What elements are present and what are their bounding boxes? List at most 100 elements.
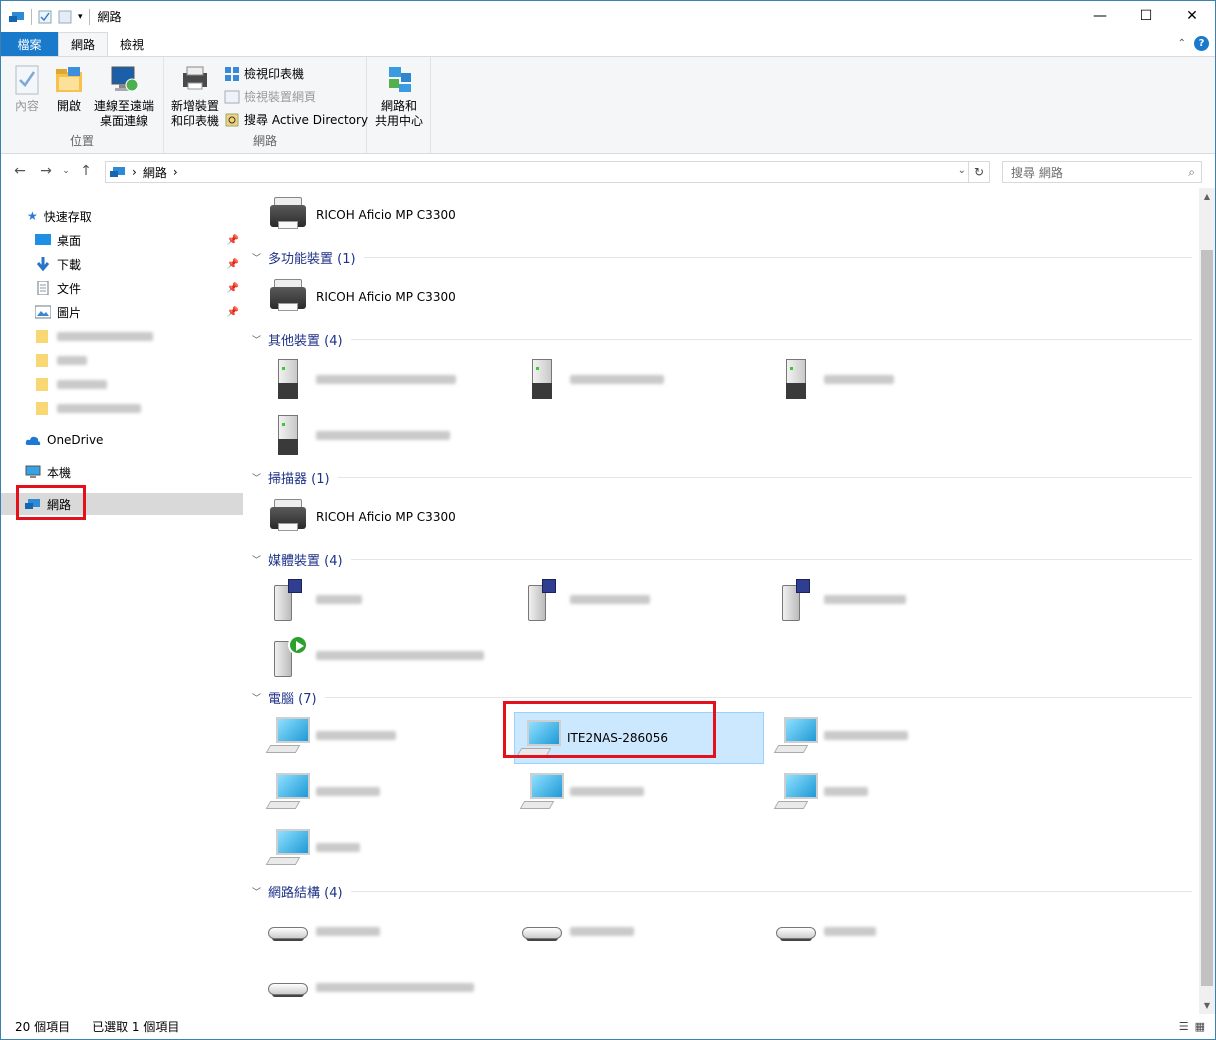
scroll-down-icon[interactable]: ▼ [1199, 1001, 1215, 1010]
properties-check-icon[interactable] [38, 10, 52, 24]
sidebar-item-folder[interactable] [35, 325, 277, 347]
group-header-media-devices[interactable]: ﹀ 媒體裝置 (4) [252, 549, 1192, 569]
list-item[interactable] [772, 906, 1022, 956]
chevron-down-icon: ﹀ [252, 335, 262, 346]
pin-icon[interactable]: 📌 [227, 283, 239, 294]
list-item[interactable] [264, 354, 514, 404]
divider [350, 558, 1192, 560]
chevron-down-icon: ﹀ [252, 253, 262, 264]
scroll-thumb[interactable] [1201, 250, 1213, 986]
list-item[interactable] [264, 962, 514, 1012]
breadcrumb-sep[interactable]: › [132, 165, 137, 179]
star-icon: ★ [27, 209, 38, 223]
group-header-computers[interactable]: ﹀ 電腦 (7) [252, 687, 1192, 707]
computer-icon [264, 767, 312, 815]
new-folder-icon[interactable] [58, 10, 72, 24]
address-dropdown-icon[interactable]: ⌄ [958, 165, 966, 176]
list-item[interactable] [264, 410, 514, 460]
sidebar-item-documents[interactable]: 文件 📌 [35, 277, 243, 299]
title-bar: ▾ 網路 — ☐ ✕ [1, 1, 1215, 32]
list-item[interactable] [264, 710, 514, 760]
add-device-button[interactable]: 新增裝置 和印表機 [168, 63, 222, 129]
up-button[interactable]: ↑ [73, 163, 99, 179]
pin-icon[interactable]: 📌 [227, 307, 239, 318]
computer-icon [772, 767, 820, 815]
list-item[interactable] [772, 574, 1022, 624]
sidebar-item-downloads[interactable]: 下載 📌 [35, 253, 243, 275]
item-label: RICOH Aficio MP C3300 [316, 208, 456, 222]
customize-dropdown-icon[interactable]: ▾ [78, 12, 83, 22]
sidebar-item-quick-access[interactable]: ★ 快速存取 [27, 205, 269, 227]
maximize-button[interactable]: ☐ [1123, 1, 1169, 31]
collapse-ribbon-icon[interactable]: ⌃ [1178, 38, 1186, 49]
status-bar: 20 個項目 已選取 1 個項目 ☰ ▦ [1, 1014, 1215, 1039]
open-button[interactable]: 開啟 [51, 63, 87, 114]
view-device-page-button[interactable]: 檢視裝置網頁 [224, 88, 316, 105]
tab-view[interactable]: 檢視 [108, 32, 156, 56]
list-item[interactable] [518, 766, 768, 816]
close-button[interactable]: ✕ [1169, 1, 1215, 31]
breadcrumb-sep[interactable]: › [173, 165, 178, 179]
sidebar-item-pictures[interactable]: 圖片 📌 [35, 301, 243, 323]
tab-network[interactable]: 網路 [58, 32, 109, 56]
vertical-scrollbar[interactable]: ▲ ▼ [1199, 188, 1215, 1014]
sidebar-item-folder[interactable] [35, 349, 277, 371]
pin-icon[interactable]: 📌 [227, 259, 239, 270]
details-view-icon[interactable]: ☰ [1179, 1020, 1189, 1033]
view-printers-button[interactable]: 檢視印表機 [224, 65, 304, 82]
list-item[interactable] [518, 906, 768, 956]
center-label-1: 網路和 [380, 99, 417, 113]
printer-icon [264, 493, 312, 541]
add-device-label-1: 新增裝置 [170, 99, 219, 113]
list-item[interactable]: RICOH Aficio MP C3300 [264, 190, 514, 240]
list-item[interactable] [264, 574, 514, 624]
list-item[interactable] [264, 906, 514, 956]
network-icon[interactable] [9, 10, 25, 24]
large-icons-view-icon[interactable]: ▦ [1195, 1020, 1205, 1033]
tab-file[interactable]: 檔案 [1, 32, 58, 56]
folder-icon [36, 354, 48, 367]
group-header-network-infrastructure[interactable]: ﹀ 網路結構 (4) [252, 881, 1192, 901]
sidebar-item-onedrive[interactable]: OneDrive [25, 429, 267, 451]
properties-button[interactable]: 內容 [9, 63, 45, 114]
breadcrumb-network[interactable]: 網路 [143, 164, 167, 181]
blurred-label [570, 374, 664, 384]
pin-icon[interactable]: 📌 [227, 235, 239, 246]
chevron-down-icon: ﹀ [252, 887, 262, 898]
list-item[interactable] [772, 354, 1022, 404]
sidebar-item-desktop[interactable]: 桌面 📌 [35, 229, 243, 251]
help-icon[interactable]: ? [1194, 36, 1209, 51]
search-input[interactable]: 搜尋 網路 ⌕ [1002, 161, 1202, 183]
remote-desktop-button[interactable]: 連線至遠端 桌面連線 [91, 63, 157, 129]
list-item[interactable] [772, 766, 1022, 816]
list-item[interactable] [264, 630, 514, 680]
list-item[interactable] [772, 710, 1022, 760]
sidebar-item-folder[interactable] [35, 397, 277, 419]
group-header-multifunction[interactable]: ﹀ 多功能裝置 (1) [252, 247, 1192, 267]
media-device-icon [518, 575, 566, 623]
list-item[interactable] [518, 354, 768, 404]
group-header-scanners[interactable]: ﹀ 掃描器 (1) [252, 467, 1192, 487]
list-item[interactable] [264, 822, 514, 872]
list-item[interactable]: RICOH Aficio MP C3300 [264, 272, 514, 322]
computer-icon [518, 767, 566, 815]
list-item[interactable]: RICOH Aficio MP C3300 [264, 492, 514, 542]
recent-locations-button[interactable]: ⌄ [59, 166, 73, 176]
search-active-directory-label: 搜尋 Active Directory [244, 113, 369, 127]
router-icon [772, 907, 820, 955]
network-sharing-center-button[interactable]: 網路和 共用中心 [371, 63, 427, 129]
group-header-other-devices[interactable]: ﹀ 其他裝置 (4) [252, 329, 1192, 349]
sidebar-item-this-pc[interactable]: 本機 [25, 461, 267, 483]
refresh-button[interactable]: ↻ [968, 161, 990, 183]
list-item[interactable] [518, 574, 768, 624]
back-button[interactable]: ← [7, 163, 33, 179]
divider [350, 890, 1192, 892]
sidebar-item-folder[interactable] [35, 373, 277, 395]
chevron-down-icon: ﹀ [252, 473, 262, 484]
scroll-up-icon[interactable]: ▲ [1199, 192, 1215, 201]
list-item[interactable] [264, 766, 514, 816]
forward-button[interactable]: → [33, 163, 59, 179]
minimize-button[interactable]: — [1077, 1, 1123, 31]
address-bar[interactable]: › 網路 › ⌄ [105, 161, 969, 183]
search-active-directory-button[interactable]: 搜尋 Active Directory [224, 111, 368, 128]
